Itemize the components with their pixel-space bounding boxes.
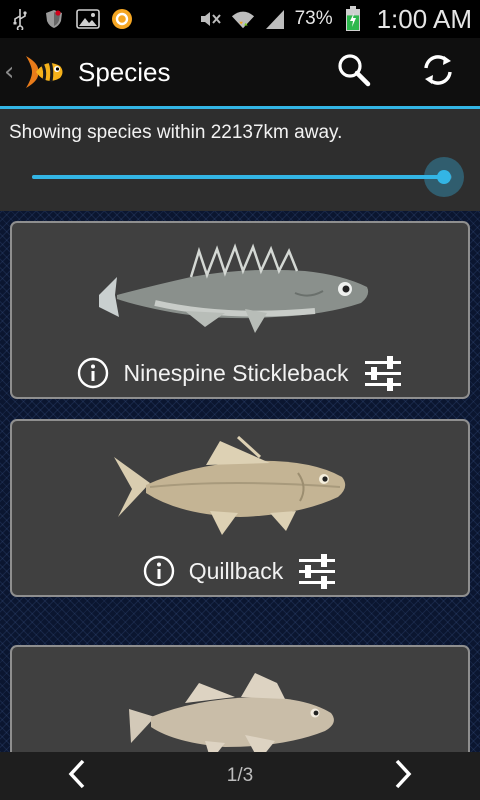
- refresh-icon: [420, 52, 456, 92]
- signal-icon: [263, 7, 287, 31]
- up-chevron-icon[interactable]: ‹: [4, 59, 20, 85]
- wifi-icon: [231, 7, 255, 31]
- image-icon: [76, 7, 100, 31]
- species-card[interactable]: Quillback: [10, 419, 470, 597]
- species-name: Quillback: [188, 557, 284, 584]
- usb-icon: [8, 7, 32, 31]
- clock: 1:00 AM: [376, 3, 472, 34]
- app-logo-fish-icon[interactable]: [22, 50, 66, 94]
- species-card[interactable]: [10, 645, 470, 752]
- circle-app-icon: [110, 7, 134, 31]
- chevron-right-icon: [392, 758, 414, 794]
- battery-icon: [341, 6, 365, 31]
- battery-percent: 73%: [294, 8, 333, 29]
- distance-panel: Showing species within 22137km away.: [0, 109, 480, 211]
- species-image: [12, 431, 468, 543]
- distance-slider[interactable]: [32, 157, 464, 197]
- shield-icon: [42, 7, 66, 31]
- filter-sliders-icon[interactable]: [297, 553, 337, 589]
- slider-fill: [32, 175, 444, 179]
- previous-page-button[interactable]: [42, 752, 112, 800]
- search-icon: [336, 52, 372, 92]
- species-name: Ninespine Stickleback: [123, 359, 349, 386]
- page-title: Species: [78, 56, 171, 87]
- pagination-bar: 1/3: [0, 752, 480, 800]
- slider-thumb[interactable]: [423, 157, 464, 197]
- species-list[interactable]: Ninespine Stickleback Quillback: [0, 211, 480, 752]
- status-bar: 73% 1:00 AM: [0, 0, 480, 38]
- info-icon[interactable]: [77, 357, 109, 389]
- search-button[interactable]: [312, 38, 396, 106]
- info-icon[interactable]: [143, 555, 175, 587]
- chevron-left-icon: [66, 758, 88, 794]
- filter-sliders-icon[interactable]: [363, 355, 403, 391]
- species-image: [12, 233, 468, 345]
- distance-label: Showing species within 22137km away.: [9, 122, 343, 143]
- species-image: [12, 657, 468, 752]
- page-indicator: 1/3: [226, 765, 254, 786]
- mute-icon: [199, 7, 223, 31]
- refresh-button[interactable]: [396, 38, 480, 106]
- species-card[interactable]: Ninespine Stickleback: [10, 221, 470, 399]
- action-bar: ‹ Species: [0, 38, 480, 106]
- next-page-button[interactable]: [368, 752, 438, 800]
